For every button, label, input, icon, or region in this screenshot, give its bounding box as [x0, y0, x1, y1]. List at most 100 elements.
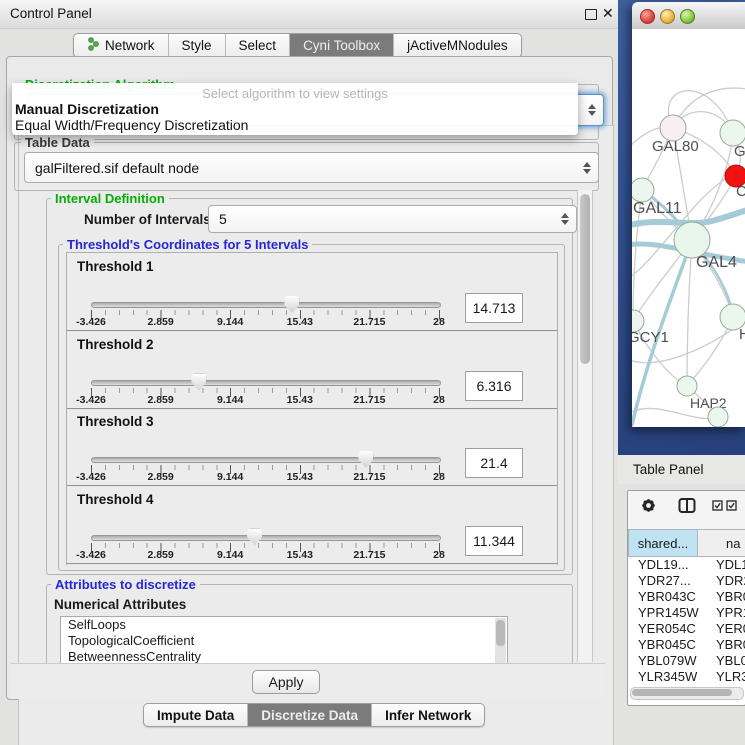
popup-hint: Select algorithm to view settings: [12, 86, 578, 101]
network-node-hap2[interactable]: [677, 376, 697, 396]
table-row[interactable]: YBR043CYBR0: [628, 589, 745, 605]
table-data-combobox[interactable]: galFiltered.sif default node: [24, 152, 599, 183]
table-row[interactable]: YER054CYER0: [628, 621, 745, 637]
gear-icon[interactable]: [640, 497, 657, 514]
tick-label: 2.859: [147, 549, 173, 561]
popup-item-1[interactable]: Manual Discretization: [15, 101, 159, 117]
node-label: GAL80: [652, 138, 699, 155]
float-window-icon[interactable]: [585, 9, 597, 20]
table-row[interactable]: YPR145WYPR1: [628, 605, 745, 621]
tick-label: 28: [433, 549, 445, 561]
threshold-row: Threshold 1-3.4262.8599.14415.4321.71528…: [67, 253, 557, 332]
table-row[interactable]: YLR345WYLR3: [628, 669, 745, 685]
cell-name[interactable]: YLR3: [698, 669, 745, 685]
tab-label: Select: [239, 38, 277, 53]
columns-icon[interactable]: [678, 497, 696, 514]
table-row[interactable]: YDR27...YDR2: [628, 573, 745, 589]
num-intervals-combobox[interactable]: 5: [208, 205, 577, 233]
tab-infer-network[interactable]: Infer Network: [371, 704, 484, 726]
table-toolbar: [628, 491, 745, 529]
network-canvas[interactable]: GAL80GACGAL11GAL4GCY1HHAP2: [632, 29, 745, 427]
tab-style[interactable]: Style: [168, 34, 225, 57]
network-window-titlebar[interactable]: [632, 2, 745, 30]
cell-name[interactable]: YPR1: [698, 605, 745, 621]
table-horizontal-scrollbar[interactable]: [630, 687, 744, 700]
tab-label: Network: [105, 38, 155, 53]
table-data-title: Table Data: [21, 135, 94, 150]
tab-network[interactable]: Network: [74, 34, 168, 57]
threshold-value-field[interactable]: 21.4: [465, 448, 523, 478]
threshold-value-field[interactable]: 6.316: [465, 371, 523, 401]
cell-name[interactable]: YDR2: [698, 573, 745, 589]
tab-jactivemnodules[interactable]: jActiveMNodules: [393, 34, 521, 57]
column-header-shared-name[interactable]: shared...: [628, 529, 698, 557]
scrollbar-thumb[interactable]: [632, 689, 732, 696]
threshold-label: Threshold 1: [77, 259, 154, 274]
tick-label: 15.43: [287, 549, 313, 561]
tick-label: 9.144: [217, 316, 243, 328]
cell-shared-name[interactable]: YDL19...: [628, 557, 698, 573]
threshold-value-field[interactable]: 14.713: [465, 293, 523, 323]
checkbox-icon[interactable]: [712, 500, 723, 511]
yellow-traffic-light-icon[interactable]: [660, 9, 675, 24]
numerical-attributes-list[interactable]: SelfLoopsTopologicalCoefficientBetweenne…: [60, 616, 508, 666]
table-header-row: shared... na: [628, 529, 745, 557]
network-node-gal4[interactable]: [674, 222, 710, 258]
thresholds-group-title: Threshold's Coordinates for 5 Intervals: [63, 237, 312, 252]
red-traffic-light-icon[interactable]: [640, 9, 655, 24]
bottom-tab-bar: Impute DataDiscretize DataInfer Network: [143, 703, 485, 727]
num-intervals-label: Number of Intervals: [84, 212, 211, 227]
cell-shared-name[interactable]: YBR045C: [628, 637, 698, 653]
slider-track[interactable]: [91, 380, 441, 386]
network-view-window[interactable]: GAL80GACGAL11GAL4GCY1HHAP2: [632, 2, 745, 427]
table-data-value: galFiltered.sif default node: [35, 160, 199, 176]
scrollbar-thumb[interactable]: [580, 194, 590, 364]
cell-name[interactable]: YBL0: [698, 653, 745, 669]
checkbox-icon[interactable]: [726, 500, 737, 511]
tick-label: 9.144: [217, 471, 243, 483]
tab-impute-data[interactable]: Impute Data: [144, 704, 247, 726]
cell-shared-name[interactable]: YBR043C: [628, 589, 698, 605]
table-row[interactable]: YDL19...YDL1: [628, 557, 745, 573]
tab-discretize-data[interactable]: Discretize Data: [247, 704, 371, 726]
cell-shared-name[interactable]: YDR27...: [628, 573, 698, 589]
tab-cyni-toolbox[interactable]: Cyni Toolbox: [289, 34, 393, 57]
node-table: shared... na YDL19...YDL1YDR27...YDR2YBR…: [627, 490, 745, 706]
cell-shared-name[interactable]: YPR145W: [628, 605, 698, 621]
green-traffic-light-icon[interactable]: [680, 9, 695, 24]
tick-label: -3.426: [76, 471, 106, 483]
cell-shared-name[interactable]: YLR345W: [628, 669, 698, 685]
tick-label: 15.43: [287, 316, 313, 328]
cell-name[interactable]: YBR0: [698, 589, 745, 605]
network-node-gal11[interactable]: [632, 178, 654, 202]
combo-arrows-icon: [561, 213, 569, 225]
popup-item-2[interactable]: Equal Width/Frequency Discretization: [15, 117, 248, 133]
tick-label: 9.144: [217, 549, 243, 561]
tick-label: 28: [433, 471, 445, 483]
table-row[interactable]: YBL079WYBL0: [628, 653, 745, 669]
network-node[interactable]: [708, 407, 728, 427]
cell-shared-name[interactable]: YER054C: [628, 621, 698, 637]
main-vertical-scrollbar[interactable]: [577, 190, 593, 662]
threshold-value-field[interactable]: 11.344: [465, 526, 523, 556]
cell-shared-name[interactable]: YBL079W: [628, 653, 698, 669]
attributes-scrollbar[interactable]: [495, 618, 506, 664]
cell-name[interactable]: YER0: [698, 621, 745, 637]
attribute-item[interactable]: SelfLoops: [61, 617, 507, 633]
slider-track[interactable]: [91, 302, 441, 308]
attribute-item[interactable]: TopologicalCoefficient: [61, 633, 507, 649]
table-rows: YDL19...YDL1YDR27...YDR2YBR043CYBR0YPR14…: [628, 557, 745, 685]
table-row[interactable]: YBR045CYBR0: [628, 637, 745, 653]
slider-track[interactable]: [91, 535, 441, 541]
attributes-group-title: Attributes to discretize: [51, 577, 200, 592]
tab-select[interactable]: Select: [225, 34, 290, 57]
panel-title: Control Panel: [10, 6, 92, 21]
column-header-name[interactable]: na: [698, 529, 745, 557]
apply-button[interactable]: Apply: [252, 670, 320, 694]
cell-name[interactable]: YBR0: [698, 637, 745, 653]
slider-track[interactable]: [91, 457, 441, 463]
tick-label: -3.426: [76, 316, 106, 328]
threshold-label: Threshold 2: [77, 337, 154, 352]
close-icon[interactable]: ✕: [602, 5, 614, 22]
cell-name[interactable]: YDL1: [698, 557, 745, 573]
